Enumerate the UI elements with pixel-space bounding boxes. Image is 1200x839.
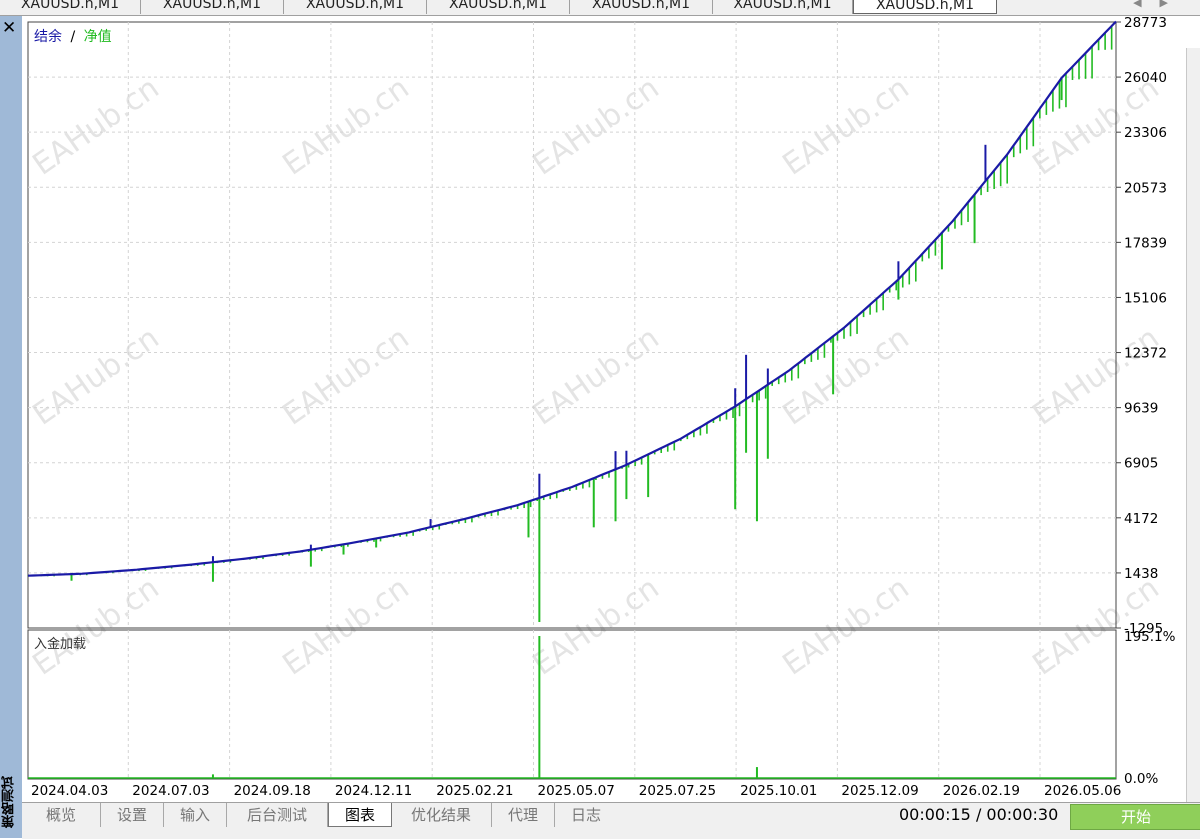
- watermark-text: EAHub.cn: [777, 71, 916, 183]
- chart-tab-2[interactable]: XAUUSD.h,M1: [141, 0, 284, 14]
- x-tick-label: 2024.12.11: [335, 783, 412, 799]
- tab-overview[interactable]: 概览: [22, 803, 101, 827]
- deposit-y-tick-label: 195.1%: [1124, 629, 1176, 645]
- x-tick-label: 2025.02.21: [436, 783, 513, 799]
- tester-tab-bar: 概览 设置 输入 后台测试 图表 优化结果 代理 日志 00:00:15 / 0…: [22, 802, 1200, 839]
- tab-journal[interactable]: 日志: [555, 803, 617, 827]
- y-tick-label: 15106: [1124, 290, 1167, 306]
- tab-graph[interactable]: 图表: [328, 803, 392, 827]
- legend-balance: 结余: [34, 28, 62, 45]
- watermark-text: EAHub.cn: [527, 321, 666, 433]
- close-icon[interactable]: ✕: [2, 20, 16, 37]
- y-tick-label: 20573: [1124, 180, 1167, 196]
- chart-tab-7-active[interactable]: XAUUSD.h,M1: [853, 0, 997, 14]
- watermark-text: EAHub.cn: [27, 71, 166, 183]
- chart-tab-3[interactable]: XAUUSD.h,M1: [284, 0, 427, 14]
- watermark-text: EAHub.cn: [777, 321, 916, 433]
- y-tick-label: 1438: [1124, 566, 1158, 582]
- watermark-text: EAHub.cn: [277, 71, 416, 183]
- balance-line: [27, 20, 1117, 577]
- y-tick-label: 9639: [1124, 401, 1158, 417]
- chart-tab-4[interactable]: XAUUSD.h,M1: [427, 0, 570, 14]
- y-tick-label: 12372: [1124, 346, 1167, 362]
- x-tick-label: 2024.09.18: [234, 783, 311, 799]
- tab-backtest[interactable]: 后台测试: [227, 803, 328, 827]
- chart-tab-1[interactable]: XAUUSD.h,M1: [0, 0, 141, 14]
- x-tick-label: 2025.05.07: [538, 783, 615, 799]
- balance-chart-svg: EAHub.cn EAHub.cn EAHub.cn EAHub.cn EAHub.cn…: [27, 15, 1176, 799]
- tab-inputs[interactable]: 输入: [164, 803, 227, 827]
- y-axis-labels: 28773 26040 23306 20573 17839 15106 12372 9639 6…: [1116, 15, 1176, 787]
- y-tick-label: 17839: [1124, 235, 1167, 251]
- chart-tab-strip: XAUUSD.h,M1 XAUUSD.h,M1 XAUUSD.h,M1 XAUU…: [0, 0, 1200, 16]
- chart-tab-6[interactable]: XAUUSD.h,M1: [713, 0, 853, 14]
- y-tick-label: 26040: [1124, 70, 1167, 86]
- x-tick-label: 2025.07.25: [639, 783, 716, 799]
- y-tick-label: 28773: [1124, 16, 1167, 31]
- watermark-text: EAHub.cn: [527, 571, 666, 683]
- watermark-text: EAHub.cn: [27, 321, 166, 433]
- deposit-y-tick-label: 0.0%: [1124, 771, 1158, 787]
- balance-series: [27, 20, 1117, 577]
- chart-area: EAHub.cn EAHub.cn EAHub.cn EAHub.cn EAHub.cn…: [22, 15, 1200, 802]
- watermark-text: EAHub.cn: [527, 71, 666, 183]
- y-tick-label: 4172: [1124, 511, 1158, 527]
- tab-settings[interactable]: 设置: [101, 803, 164, 827]
- legend-separator: /: [70, 29, 75, 45]
- panel-title: 策略测试: [2, 776, 17, 828]
- tab-scroll-arrows[interactable]: ◀▶: [1133, 0, 1186, 9]
- y-tick-label: 6905: [1124, 456, 1158, 472]
- x-tick-label: 2026.02.19: [943, 783, 1020, 799]
- watermark-text: EAHub.cn: [277, 571, 416, 683]
- x-axis-labels: 2024.04.03 2024.07.03 2024.09.18 2024.12.11…: [31, 783, 1121, 799]
- x-tick-label: 2026.05.06: [1044, 783, 1121, 799]
- watermark-text: EAHub.cn: [277, 321, 416, 433]
- x-tick-label: 2025.12.09: [841, 783, 918, 799]
- watermark-text: EAHub.cn: [777, 571, 916, 683]
- main-plot-frame: [27, 21, 1117, 629]
- tab-optimization-results[interactable]: 优化结果: [391, 803, 492, 827]
- x-tick-label: 2024.07.03: [132, 783, 209, 799]
- right-scroll-edge: [1186, 48, 1200, 802]
- start-button[interactable]: 开始: [1070, 804, 1200, 830]
- elapsed-timer: 00:00:15 / 00:00:30: [899, 805, 1059, 824]
- tester-side-panel: ✕ 策略测试: [0, 16, 23, 838]
- y-tick-label: 23306: [1124, 125, 1167, 141]
- chart-tab-5[interactable]: XAUUSD.h,M1: [570, 0, 713, 14]
- legend: 结余 / 净值: [34, 28, 112, 45]
- x-tick-label: 2024.04.03: [31, 783, 108, 799]
- watermark-text: EAHub.cn: [27, 571, 166, 683]
- watermark-layer: EAHub.cn EAHub.cn EAHub.cn EAHub.cn EAHub.cn…: [27, 71, 1166, 683]
- deposit-load-label: 入金加载: [34, 636, 86, 652]
- legend-equity: 净值: [84, 29, 112, 45]
- tab-agents[interactable]: 代理: [492, 803, 555, 827]
- equity-series: [27, 25, 1113, 623]
- x-tick-label: 2025.10.01: [740, 783, 817, 799]
